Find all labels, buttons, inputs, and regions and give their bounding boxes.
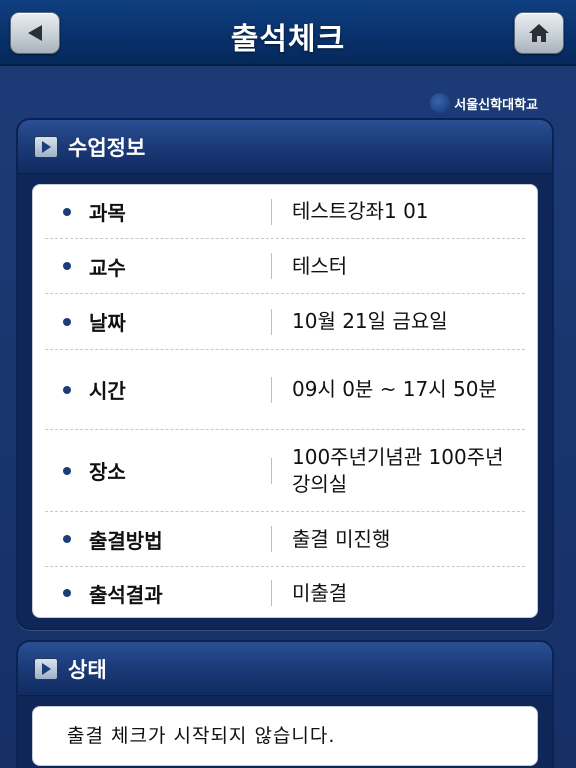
- info-label: 날짜: [45, 307, 271, 336]
- info-row-location: 장소 100주년기념관 100주년강의실: [45, 430, 525, 512]
- status-header: 상태: [18, 642, 552, 696]
- info-label: 교수: [45, 252, 271, 281]
- info-row-date: 날짜 10월 21일 금요일: [45, 294, 525, 350]
- status-title: 상태: [68, 657, 107, 682]
- status-panel: 상태 출결 체크가 시작되지 않습니다.: [16, 640, 554, 768]
- class-info-panel: 수업정보 과목 테스트강좌1 01 교수 테스터 날짜 10월 21일 금요일 …: [16, 118, 554, 630]
- bullet-icon: [63, 589, 71, 597]
- class-info-title: 수업정보: [68, 135, 146, 160]
- class-info-table: 과목 테스트강좌1 01 교수 테스터 날짜 10월 21일 금요일 시간 09…: [32, 184, 538, 618]
- info-value-attendance-result: 미출결: [292, 580, 348, 605]
- bullet-icon: [63, 466, 71, 475]
- info-row-attendance-method: 출결방법 출결 미진행: [45, 512, 525, 567]
- university-logo: 서울신학대학교: [430, 92, 538, 114]
- chevron-right-icon: [34, 135, 58, 158]
- info-row-professor: 교수 테스터: [45, 239, 525, 294]
- chevron-right-icon: [34, 657, 58, 680]
- status-box: 출결 체크가 시작되지 않습니다.: [32, 706, 538, 766]
- logo-emblem-icon: [430, 93, 451, 113]
- info-label: 장소: [45, 456, 271, 485]
- home-button[interactable]: [514, 12, 564, 54]
- info-row-time: 시간 09시 0분 ~ 17시 50분: [45, 350, 525, 430]
- info-label: 시간: [45, 375, 271, 404]
- bullet-icon: [63, 207, 71, 216]
- top-bar: 출석체크: [0, 0, 576, 66]
- info-value-location: 100주년기념관 100주년강의실: [292, 444, 504, 496]
- info-value-attendance-method: 출결 미진행: [292, 526, 391, 551]
- info-value-time: 09시 0분 ~ 17시 50분: [292, 377, 497, 401]
- home-icon: [529, 24, 549, 42]
- page-title: 출석체크: [230, 22, 346, 57]
- bullet-icon: [63, 262, 71, 270]
- status-message: 출결 체크가 시작되지 않습니다.: [67, 725, 336, 747]
- bullet-icon: [63, 535, 71, 543]
- info-label: 출석결과: [45, 579, 271, 608]
- info-row-attendance-result: 출석결과 미출결: [45, 567, 525, 619]
- info-value-subject: 테스트강좌1 01: [292, 199, 429, 223]
- info-row-subject: 과목 테스트강좌1 01: [45, 185, 525, 239]
- logo-text: 서울신학대학교: [454, 97, 538, 113]
- bullet-icon: [63, 317, 71, 326]
- info-label: 과목: [45, 197, 271, 226]
- bullet-icon: [63, 385, 71, 394]
- class-info-header: 수업정보: [18, 120, 552, 174]
- info-label: 출결방법: [45, 525, 271, 554]
- info-value-date: 10월 21일 금요일: [292, 309, 448, 333]
- info-value-professor: 테스터: [292, 253, 348, 278]
